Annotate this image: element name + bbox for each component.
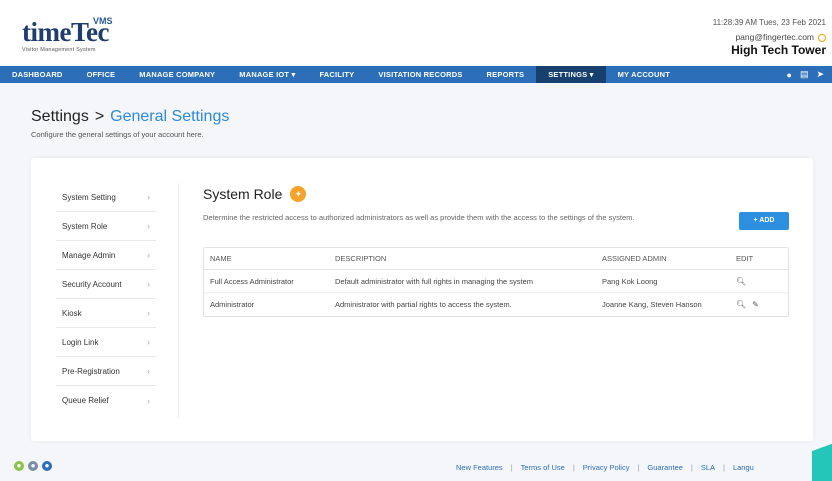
sidebar-item-security-account[interactable]: Security Account › <box>56 270 156 299</box>
datetime: 11:28:39 AM Tues, 23 Feb 2021 <box>712 18 826 27</box>
web-icon[interactable]: ● <box>42 461 52 471</box>
column-header-name: NAME <box>210 254 232 263</box>
footer-link-guarantee[interactable]: Guarantee <box>647 463 682 472</box>
power-icon[interactable] <box>818 33 826 42</box>
sidebar-item-label: Queue Relief <box>62 396 109 405</box>
breadcrumb-separator: > <box>94 108 105 125</box>
chevron-right-icon: › <box>147 395 150 406</box>
roles-table: NAME DESCRIPTION ASSIGNED ADMIN EDIT Ful… <box>203 247 789 317</box>
nav-manage-company[interactable]: MANAGE COMPANY <box>127 66 227 83</box>
nav-dashboard[interactable]: DASHBOARD <box>0 66 75 83</box>
footer-link-language[interactable]: Langu <box>733 463 754 472</box>
nav-facility[interactable]: FACILITY <box>307 66 366 83</box>
main-nav: DASHBOARD OFFICE MANAGE COMPANY MANAGE I… <box>0 66 832 83</box>
sidebar-item-label: Manage Admin <box>62 250 116 260</box>
view-icon[interactable]: 🔍︎ <box>736 300 746 309</box>
chevron-right-icon: › <box>147 366 150 376</box>
logo-text: timeTec <box>22 17 109 47</box>
platform-icons: ● ● ● <box>14 461 52 471</box>
footer-link-new-features[interactable]: New Features <box>456 463 503 472</box>
chevron-right-icon: › <box>147 221 150 231</box>
row-admin: Pang Kok Loong <box>602 276 658 286</box>
page-title: Settings > General Settings <box>31 108 229 126</box>
nav-visitation-records[interactable]: VISITATION RECORDS <box>366 66 474 83</box>
nav-icons: ● ▤ ➤ <box>787 66 825 83</box>
sidebar-item-login-link[interactable]: Login Link › <box>56 328 156 357</box>
row-description: Administrator with partial rights to acc… <box>335 300 512 309</box>
sidebar-item-system-role[interactable]: System Role › <box>56 212 156 241</box>
sidebar-item-label: Login Link <box>62 337 99 347</box>
sidebar-item-system-setting[interactable]: System Setting › <box>56 183 156 212</box>
footer-links: New Features | Terms of Use | Privacy Poli… <box>456 463 754 472</box>
footer-separator: | <box>572 463 575 472</box>
chevron-right-icon: › <box>147 279 150 289</box>
email-row: pang@fingertec.com <box>713 32 826 42</box>
footer-separator: | <box>637 463 640 472</box>
column-header-description: DESCRIPTION <box>335 254 387 263</box>
sidebar-item-label: Pre-Registration <box>62 366 120 376</box>
sidebar-divider <box>178 183 179 418</box>
app-header: timeTec VMS Visitor Management System 11… <box>0 0 832 66</box>
row-actions: 🔍︎ <box>736 277 788 286</box>
section-title: System Role ✦ <box>203 186 307 202</box>
nav-settings[interactable]: SETTINGS ▾ <box>536 66 606 83</box>
sidebar-item-kiosk[interactable]: Kiosk › <box>56 299 156 328</box>
nav-manage-iot[interactable]: MANAGE IOT ▾ <box>227 66 307 83</box>
chevron-right-icon: › <box>147 308 150 318</box>
sidebar-item-label: System Role <box>62 221 108 231</box>
header-user-info: 11:28:39 AM Tues, 23 Feb 2021 pang@finge… <box>713 18 826 57</box>
timetec-logo[interactable]: timeTec VMS Visitor Management System <box>22 16 132 58</box>
footer-separator: | <box>690 463 693 472</box>
nav-my-account[interactable]: MY ACCOUNT <box>606 66 682 83</box>
column-header-edit: EDIT <box>736 254 754 263</box>
building-name: High Tech Tower <box>731 43 826 57</box>
edit-icon[interactable]: ✎ <box>752 300 759 309</box>
footer-link-sla[interactable]: SLA <box>701 463 715 472</box>
column-header-assigned-admin: ASSIGNED ADMIN <box>602 254 667 263</box>
add-role-button[interactable]: + ADD <box>739 212 789 230</box>
rocket-icon[interactable]: ➤ <box>816 69 824 80</box>
row-admin: Joanne Kang, Steven Hanson <box>602 300 702 309</box>
footer-link-privacy[interactable]: Privacy Policy <box>583 463 630 472</box>
sidebar-item-queue-relief[interactable]: Queue Relief › <box>56 386 156 415</box>
sidebar-item-label: Security Account <box>62 279 122 289</box>
view-icon[interactable]: 🔍︎ <box>736 277 746 286</box>
sidebar-item-manage-admin[interactable]: Manage Admin › <box>56 241 156 270</box>
page-title-sub: General Settings <box>110 108 230 125</box>
row-description: Default administrator with full rights i… <box>335 276 534 286</box>
apple-icon[interactable]: ● <box>28 461 38 471</box>
row-name: Full Access Administrator <box>210 276 294 286</box>
logo-vms: VMS <box>93 16 113 26</box>
row-actions: 🔍︎ ✎ <box>736 300 788 309</box>
chevron-right-icon: › <box>147 250 150 260</box>
footer-link-terms[interactable]: Terms of Use <box>521 463 565 472</box>
table-header: NAME DESCRIPTION ASSIGNED ADMIN EDIT <box>204 248 788 270</box>
section-description: Determine the restricted access to autho… <box>203 213 635 222</box>
sidebar-item-label: Kiosk <box>62 308 82 318</box>
lightbulb-icon[interactable]: ✦ <box>290 186 307 202</box>
page-description: Configure the general settings of your a… <box>31 130 204 139</box>
footer-separator: | <box>510 463 513 472</box>
page-title-main: Settings <box>31 108 89 125</box>
settings-sidebar: System Setting › System Role › Manage Admi… <box>56 183 156 415</box>
nav-office[interactable]: OFFICE <box>75 66 128 83</box>
nav-reports[interactable]: REPORTS <box>475 66 537 83</box>
user-email: pang@fingertec.com <box>735 32 814 42</box>
section-title-text: System Role <box>203 186 283 202</box>
logo-subtitle: Visitor Management System <box>22 47 96 53</box>
cart-icon[interactable]: ▤ <box>800 69 809 80</box>
decorative-corner <box>812 420 832 481</box>
chevron-right-icon: › <box>147 337 150 347</box>
table-row: Administrator Administrator with partial… <box>204 293 788 316</box>
row-name: Administrator <box>210 300 255 309</box>
sidebar-item-label: System Setting <box>62 192 116 202</box>
sidebar-item-pre-registration[interactable]: Pre-Registration › <box>56 357 156 386</box>
footer-separator: | <box>723 463 725 472</box>
chevron-right-icon: › <box>147 192 150 202</box>
android-icon[interactable]: ● <box>14 461 24 471</box>
user-alert-icon[interactable]: ● <box>787 70 792 80</box>
table-row: Full Access Administrator Default admini… <box>204 270 788 293</box>
